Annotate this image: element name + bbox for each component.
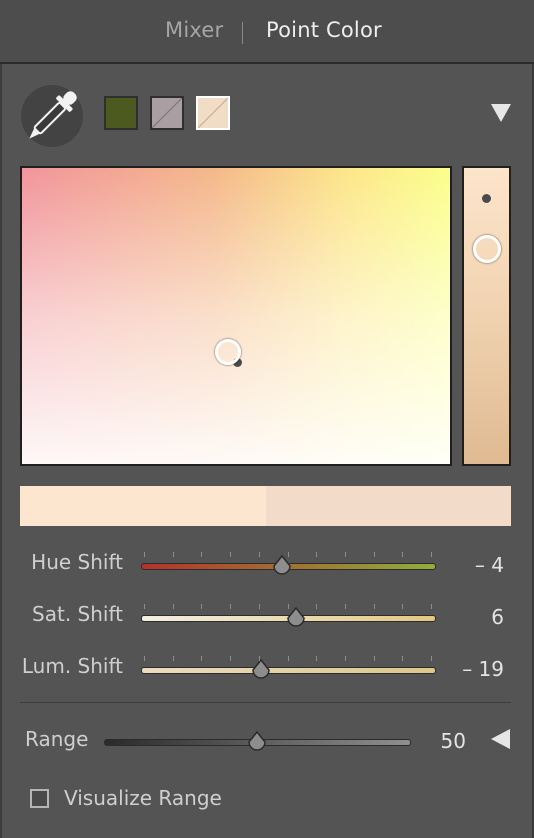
slider-tick [173,656,174,661]
slider-tick [374,552,375,557]
lum-shift-value[interactable]: – 19 [440,657,504,681]
triangle-left-icon[interactable] [491,729,510,749]
slider-tick [230,656,231,661]
sat-shift-thumb[interactable] [284,607,308,631]
slider-tick [316,604,317,609]
slider-tick [201,604,202,609]
slider-tick [374,604,375,609]
slider-tick [230,604,231,609]
color-swatch-1[interactable] [104,96,138,130]
eyedropper-button[interactable] [21,85,83,147]
color-preview-strip [20,486,511,526]
lum-shift-thumb[interactable] [249,659,273,683]
panel-header: Mixer Point Color [0,0,534,64]
lum-shift-label: Lum. Shift [21,654,123,678]
hue-shift-value[interactable]: – 4 [440,553,504,577]
range-value[interactable]: 50 [420,729,466,753]
slider-tick [144,552,145,557]
hue-shift-thumb[interactable] [270,555,294,579]
slider-tick [259,604,260,609]
slider-tick [402,604,403,609]
tab-point-color[interactable]: Point Color [266,18,382,42]
color-swatch-3-selected[interactable] [196,96,230,130]
triangle-down-icon[interactable] [491,104,511,122]
luminance-bar[interactable] [462,166,511,466]
slider-tick [316,552,317,557]
visualize-range-checkbox[interactable] [30,789,49,808]
slider-tick [230,552,231,557]
slider-tick [288,604,289,609]
slider-tick [173,604,174,609]
swatch-slash-icon [152,98,182,128]
tab-mixer[interactable]: Mixer [165,18,223,42]
slider-tick [144,656,145,661]
slider-tick [201,656,202,661]
hue-saturation-field[interactable] [20,166,452,466]
adjusted-color-preview [265,486,511,526]
slider-tick [288,656,289,661]
luminance-handle[interactable] [473,235,501,263]
slider-tick [402,656,403,661]
range-label: Range [25,727,89,751]
section-divider [20,702,511,703]
slider-tick [259,552,260,557]
slider-tick [431,656,432,661]
hue-shift-label: Hue Shift [31,550,123,574]
slider-tick [345,656,346,661]
saturation-gradient [22,168,450,464]
original-color-preview [20,486,266,526]
tab-separator [242,22,243,44]
slider-tick [345,552,346,557]
slider-tick [259,656,260,661]
slider-tick [173,552,174,557]
slider-tick [316,656,317,661]
sat-shift-value[interactable]: 6 [440,605,504,629]
slider-tick [345,604,346,609]
slider-tick [144,604,145,609]
slider-tick [402,552,403,557]
sat-shift-label: Sat. Shift [32,602,123,626]
slider-tick [431,604,432,609]
color-swatch-2[interactable] [150,96,184,130]
lum-shift-slider[interactable] [141,667,436,674]
visualize-range-label[interactable]: Visualize Range [64,786,222,810]
target-color-handle[interactable] [215,339,241,365]
slider-tick [288,552,289,557]
slider-tick [431,552,432,557]
eyedropper-icon [29,91,77,139]
slider-tick [201,552,202,557]
swatch-slash-icon [198,98,228,128]
slider-tick [374,656,375,661]
range-thumb[interactable] [245,731,269,755]
original-luminance-dot [482,194,491,203]
